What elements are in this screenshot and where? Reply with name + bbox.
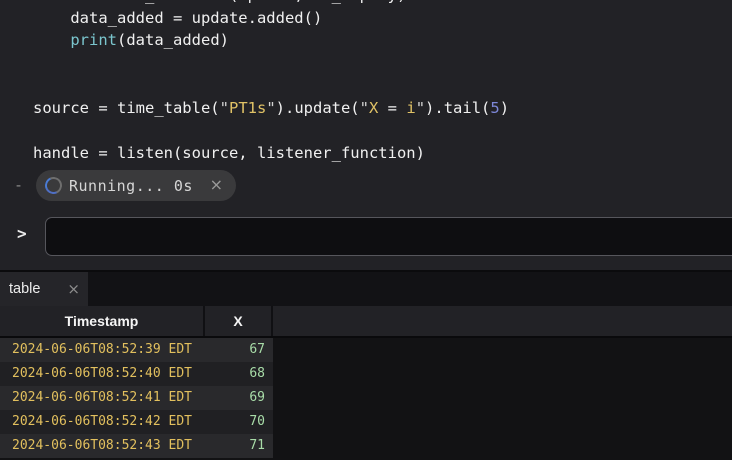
tab-close-icon[interactable]: × <box>67 280 80 298</box>
running-status-row: - Running... 0s × <box>0 170 732 202</box>
table-row[interactable]: 2024-06-06T08:52:39 EDT 67 <box>0 338 273 362</box>
running-status-label: Running... 0s <box>69 177 193 195</box>
running-status-pill[interactable]: Running... 0s × <box>36 170 236 201</box>
console-input-box[interactable] <box>45 217 732 256</box>
cell-timestamp[interactable]: 2024-06-06T08:52:39 EDT <box>0 338 205 362</box>
cell-x[interactable]: 70 <box>205 410 273 434</box>
cell-x[interactable]: 69 <box>205 386 273 410</box>
code-text: (data_added) <box>117 31 229 49</box>
code-text: data_added = update.added() <box>33 9 322 27</box>
cell-timestamp[interactable]: 2024-06-06T08:52:40 EDT <box>0 362 205 386</box>
code-string: i <box>406 99 415 117</box>
code-quote: " <box>416 99 425 117</box>
code-text: handle = listen(source, listener_functio… <box>33 144 425 162</box>
cell-x[interactable]: 68 <box>205 362 273 386</box>
code-string: PT1s <box>229 99 266 117</box>
code-string: X <box>369 99 378 117</box>
code-keyword: print <box>70 31 117 49</box>
cell-timestamp[interactable]: 2024-06-06T08:52:43 EDT <box>0 434 205 458</box>
code-line-data-added: data_added = update.added() <box>33 7 732 30</box>
console-code-block: def listener_function(update, is_replay)… <box>33 0 732 164</box>
cell-x[interactable]: 71 <box>205 434 273 458</box>
grid-body: 2024-06-06T08:52:39 EDT 67 2024-06-06T08… <box>0 338 732 458</box>
code-quote: " <box>360 99 369 117</box>
cell-timestamp[interactable]: 2024-06-06T08:52:42 EDT <box>0 410 205 434</box>
cell-x[interactable]: 67 <box>205 338 273 362</box>
deephaven-web-console: def listener_function(update, is_replay)… <box>0 0 732 460</box>
console-panel: def listener_function(update, is_replay)… <box>0 0 732 270</box>
code-quote: " <box>266 99 275 117</box>
tab-table[interactable]: table × <box>0 272 88 306</box>
table-row[interactable]: 2024-06-06T08:52:41 EDT 69 <box>0 386 273 410</box>
console-input[interactable] <box>46 218 732 255</box>
grid-header: Timestamp X <box>0 306 732 338</box>
code-keyword: def <box>33 0 61 4</box>
code-text <box>33 31 70 49</box>
column-header-x[interactable]: X <box>205 306 273 336</box>
column-header-timestamp[interactable]: Timestamp <box>0 306 205 336</box>
code-text: ).update( <box>276 99 360 117</box>
code-line-blank <box>33 52 732 75</box>
code-line-source: source = time_table("PT1s").update("X = … <box>33 97 732 120</box>
table-row[interactable]: 2024-06-06T08:52:43 EDT 71 <box>0 434 273 458</box>
code-line-print: print(data_added) <box>33 29 732 52</box>
cell-timestamp[interactable]: 2024-06-06T08:52:41 EDT <box>0 386 205 410</box>
code-text: ).tail( <box>425 99 490 117</box>
code-line-blank <box>33 119 732 142</box>
tab-bar: table × <box>0 270 732 306</box>
code-text: source = time_table( <box>33 99 220 117</box>
cancel-run-close-icon[interactable]: × <box>207 170 226 201</box>
tab-label: table <box>9 281 40 297</box>
column-header-filler <box>273 306 732 336</box>
table-panel: table × Timestamp X 2024-06-06T08:52:39 … <box>0 270 732 460</box>
collapse-toggle[interactable]: - <box>14 170 23 202</box>
console-prompt: > <box>17 224 27 243</box>
code-line-handle: handle = listen(source, listener_functio… <box>33 142 732 165</box>
code-line-blank <box>33 74 732 97</box>
code-quote: " <box>220 99 229 117</box>
spinner-icon <box>43 175 65 197</box>
table-row[interactable]: 2024-06-06T08:52:42 EDT 70 <box>0 410 273 434</box>
code-text: ) <box>500 99 509 117</box>
code-number: 5 <box>490 99 499 117</box>
code-text: listener_function(update, is_replay): <box>61 0 416 4</box>
code-text: = <box>378 99 406 117</box>
table-row[interactable]: 2024-06-06T08:52:40 EDT 68 <box>0 362 273 386</box>
